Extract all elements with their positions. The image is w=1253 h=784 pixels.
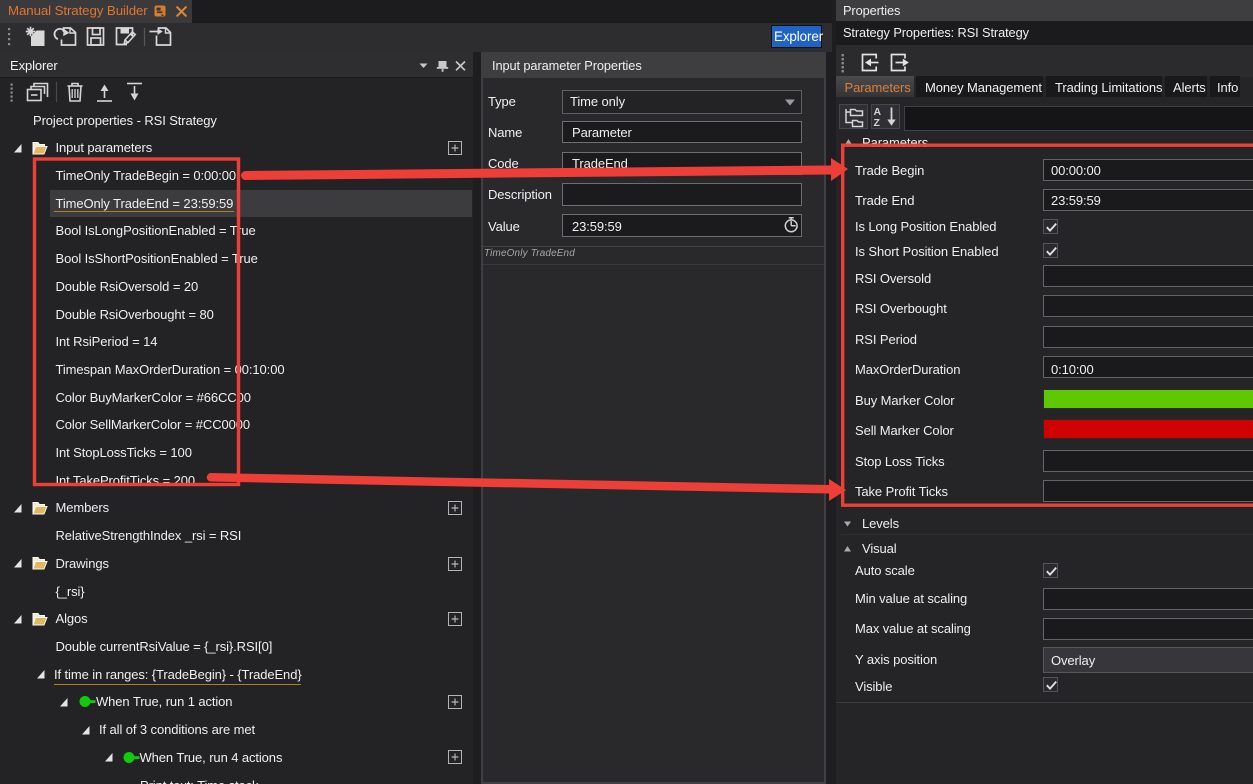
svg-text:Z: Z: [874, 117, 881, 129]
